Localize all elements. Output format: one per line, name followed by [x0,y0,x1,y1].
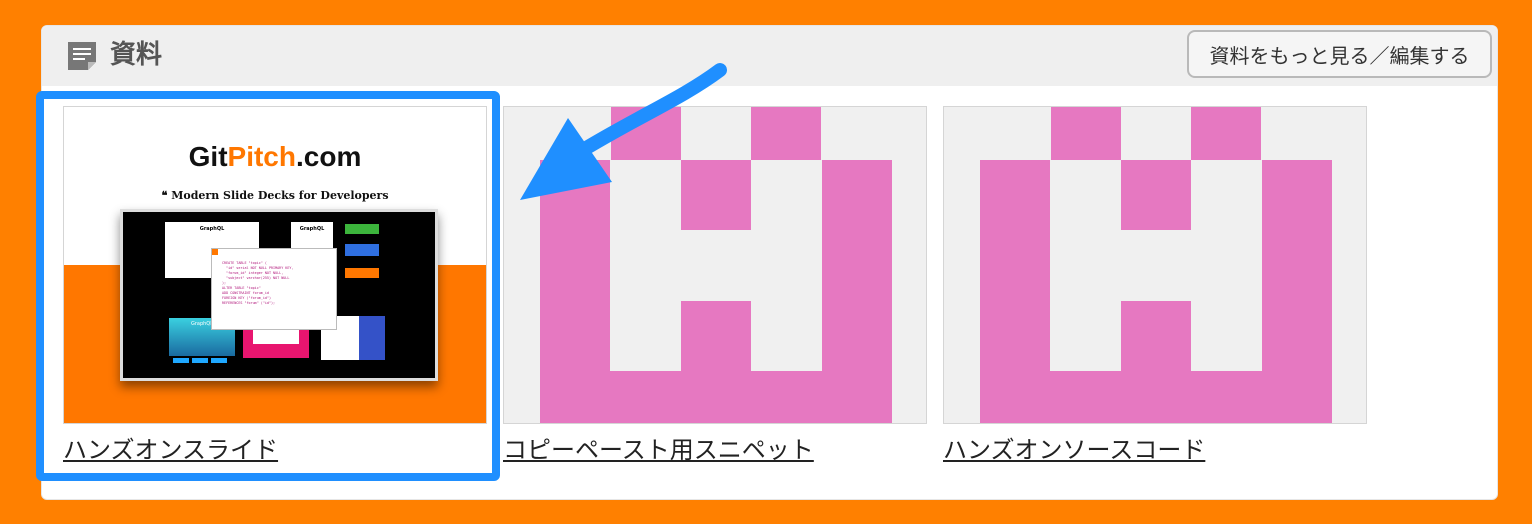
document-icon [68,42,96,70]
arrow-pointer [520,63,727,200]
identicon-thumbnail[interactable] [943,106,1367,424]
more-materials-button[interactable]: 資料をもっと見る／編集する [1187,30,1492,78]
material-title-link[interactable]: ハンズオンソースコード [943,432,1205,468]
material-title-link[interactable]: コピーペースト用スニペット [503,432,814,468]
panel-header: 資料 資料をもっと見る／編集する [42,26,1497,86]
section-title: 資料 [110,40,163,70]
identicon-image [944,107,1366,423]
selection-box [36,91,500,481]
